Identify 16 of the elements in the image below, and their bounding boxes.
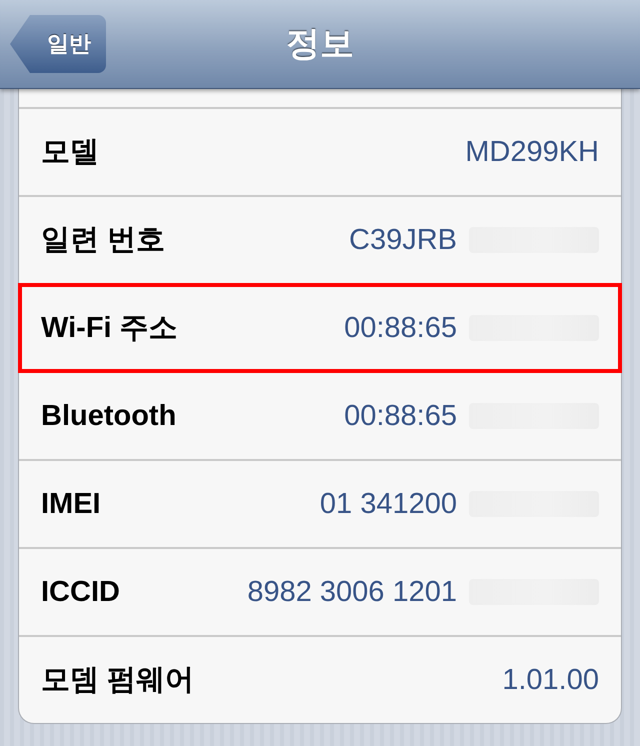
row-value: 00:88:65 [344,400,457,432]
row-value: MD299KH [465,136,599,168]
row-value: 8982 3006 1201 [247,576,457,608]
page-title: 정보 [286,24,354,65]
row-label: Bluetooth [41,400,176,432]
row-value: C39JRB [349,224,457,256]
row-label: 모델 [41,135,99,170]
row-label: Wi-Fi 주소 [41,311,178,346]
row-label: 모뎀 펌웨어 [41,663,194,698]
row-label: ICCID [41,576,120,608]
row-value: 1.01.00 [502,664,599,696]
row-value: 01 341200 [320,488,457,520]
row-label: IMEI [41,488,101,520]
row-label: 일련 번호 [41,223,166,258]
row-value: 00:88:65 [344,312,457,344]
back-button[interactable]: 일반 [10,15,106,73]
